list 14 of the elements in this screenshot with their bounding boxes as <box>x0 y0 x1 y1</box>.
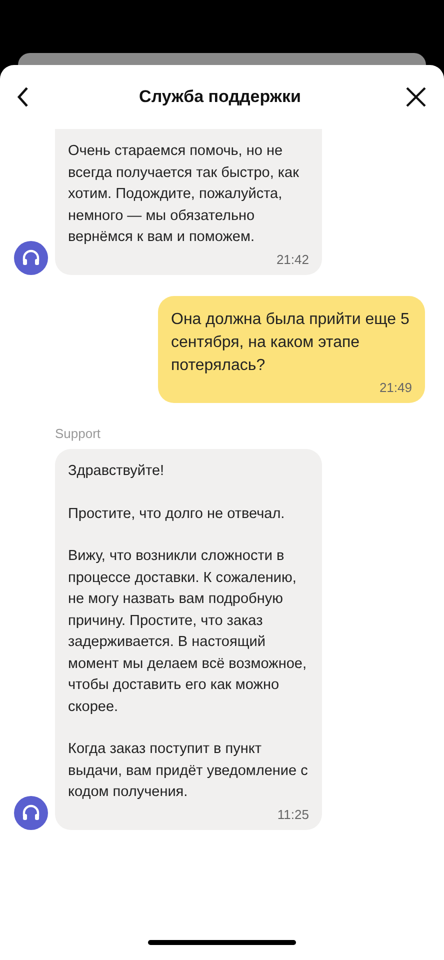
support-avatar-icon <box>14 240 48 274</box>
support-avatar-icon <box>14 796 48 830</box>
message-text: Очень стараемся помочь, но не всегда получается так быстро, как хотим. Подождите, пожалуйста, немного — мы обязательно вернёмся к вам и поможем. <box>68 142 300 247</box>
message-time: 11:25 <box>277 806 309 824</box>
message-text: Она должна была прийти еще 5 сентября, на каком этапе потерялась? <box>171 310 410 376</box>
message-text: Когда заказ поступит в пункт выдачи, вам придёт уведомление с кодом получения. <box>68 740 309 802</box>
message-text: Вижу, что возникли сложности в процессе доставки. К сожалению, не могу назвать вам подробную причину. Простите, что заказ задерживается. В настоящий момент мы делаем всё возможное, чтобы доставить его как можно скорее. <box>68 547 308 716</box>
screen-title: Служба поддержки <box>139 86 301 108</box>
message-time: 21:49 <box>379 378 412 396</box>
message-time: 21:42 <box>276 250 309 268</box>
close-button[interactable] <box>404 85 428 109</box>
message-text: Простите, что долго не отвечал. <box>68 504 286 524</box>
sender-label: Support <box>55 424 102 443</box>
message-text: Здравствуйте! <box>68 462 166 481</box>
